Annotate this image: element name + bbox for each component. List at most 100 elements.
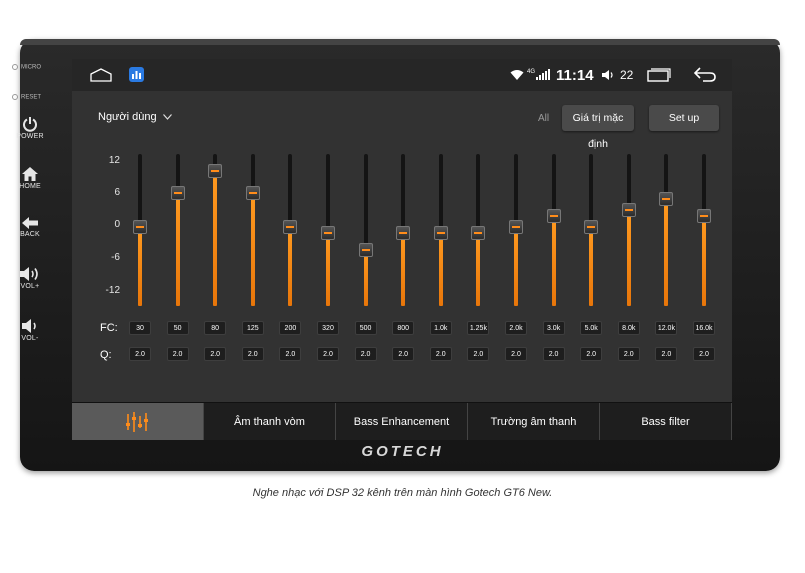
fc-value-field[interactable]: 1.0k [429, 321, 452, 335]
reset-button[interactable]: RESET [12, 94, 41, 101]
q-value-field[interactable]: 2.0 [317, 347, 339, 361]
eq-slider[interactable] [579, 154, 603, 306]
q-row-label: Q: [100, 349, 112, 361]
slider-knob[interactable] [321, 225, 335, 240]
status-bar: 4G 11:14 22 [72, 59, 732, 91]
eq-slider[interactable] [391, 154, 415, 306]
eq-slider[interactable] [203, 154, 227, 306]
q-value-field[interactable]: 2.0 [279, 347, 302, 361]
home-button[interactable]: HOME [8, 166, 52, 190]
eq-slider[interactable] [504, 154, 528, 306]
slider-fill [138, 227, 142, 306]
fc-value-field[interactable]: 200 [279, 321, 302, 335]
fc-value-field[interactable]: 50 [166, 321, 189, 335]
y-axis-label: 6 [114, 187, 120, 198]
q-value-field[interactable]: 2.0 [204, 347, 227, 361]
default-values-button[interactable]: Giá trị mặc định [562, 105, 634, 150]
fc-value-field[interactable]: 80 [204, 321, 227, 335]
volume-up-button[interactable]: VOL+ [8, 266, 52, 290]
volume-down-button[interactable]: VOL- [8, 318, 52, 342]
tab-label: Bass filter [641, 416, 690, 428]
q-value-field[interactable]: 2.0 [693, 347, 715, 361]
q-value-field[interactable]: 2.0 [655, 347, 678, 361]
slider-knob[interactable] [283, 220, 298, 235]
slider-knob[interactable] [546, 208, 561, 223]
q-value-field[interactable]: 2.0 [429, 347, 452, 361]
q-value-field[interactable]: 2.0 [129, 347, 151, 361]
slider-knob[interactable] [509, 220, 523, 235]
eq-slider[interactable] [466, 154, 490, 306]
fc-value-field[interactable]: 8.0k [617, 321, 640, 335]
eq-slider[interactable] [617, 154, 641, 306]
fc-value-field[interactable]: 3.0k [542, 321, 565, 335]
eq-slider[interactable] [128, 154, 152, 306]
tab-equalizer[interactable] [72, 403, 204, 440]
slider-knob[interactable] [433, 225, 448, 240]
q-value-field[interactable]: 2.0 [467, 347, 490, 361]
fc-value-field[interactable]: 2.0k [505, 321, 527, 335]
fc-value-field[interactable]: 12.0k [655, 321, 678, 335]
fc-value-field[interactable]: 500 [354, 321, 377, 335]
tab-1[interactable]: Âm thanh vòm [204, 403, 336, 440]
fc-value-field[interactable]: 30 [129, 321, 151, 335]
slider-knob[interactable] [396, 225, 411, 240]
fc-value-field[interactable]: 125 [241, 321, 264, 335]
eq-slider[interactable] [316, 154, 340, 306]
eq-slider[interactable] [166, 154, 190, 306]
eq-slider[interactable] [692, 154, 716, 306]
slider-knob[interactable] [245, 186, 260, 201]
slider-knob[interactable] [358, 242, 373, 257]
fc-value-field[interactable]: 16.0k [693, 321, 715, 335]
eq-slider[interactable] [542, 154, 566, 306]
slider-fill [702, 215, 706, 306]
eq-slider[interactable] [354, 154, 378, 306]
slider-fill [250, 193, 255, 306]
volume-up-icon [20, 267, 38, 281]
tab-2[interactable]: Bass Enhancement [336, 403, 468, 440]
setup-button[interactable]: Set up [649, 105, 719, 131]
eq-slider[interactable] [429, 154, 453, 306]
q-value-field[interactable]: 2.0 [354, 347, 377, 361]
micro-indicator: MICRO [12, 64, 41, 71]
eq-slider[interactable] [278, 154, 302, 306]
eq-slider[interactable] [241, 154, 265, 306]
app-icon[interactable] [129, 67, 144, 82]
home-outline-icon[interactable] [90, 68, 112, 82]
tab-4[interactable]: Bass filter [600, 403, 732, 440]
back-icon[interactable] [693, 67, 717, 82]
q-value-field[interactable]: 2.0 [580, 347, 603, 361]
slider-fill [626, 210, 631, 306]
y-axis-label: -12 [105, 285, 120, 296]
fc-value-field[interactable]: 1.25k [467, 321, 490, 335]
power-button[interactable]: POWER [8, 116, 52, 140]
slider-knob[interactable] [170, 186, 185, 201]
reset-label: RESET [21, 94, 42, 101]
fc-value-field[interactable]: 320 [317, 321, 339, 335]
q-value-field[interactable]: 2.0 [505, 347, 527, 361]
tab-3[interactable]: Trường âm thanh [468, 403, 600, 440]
slider-knob[interactable] [621, 203, 636, 218]
slider-knob[interactable] [471, 225, 486, 240]
slider-knob[interactable] [133, 220, 147, 235]
slider-fill [438, 232, 443, 306]
all-label[interactable]: All [538, 113, 549, 124]
slider-knob[interactable] [208, 163, 223, 178]
recent-apps-icon[interactable] [647, 68, 671, 82]
eq-slider[interactable] [654, 154, 678, 306]
preset-dropdown[interactable]: Người dùng [98, 111, 172, 123]
micro-label: MICRO [21, 64, 41, 71]
back-button[interactable]: BACK [8, 216, 52, 238]
fc-value-field[interactable]: 800 [392, 321, 415, 335]
network-type: 4G [527, 69, 536, 75]
q-value-field[interactable]: 2.0 [617, 347, 640, 361]
volume-down-icon [22, 319, 36, 333]
q-value-field[interactable]: 2.0 [542, 347, 565, 361]
slider-knob[interactable] [584, 220, 599, 235]
q-value-field[interactable]: 2.0 [392, 347, 415, 361]
fc-value-field[interactable]: 5.0k [580, 321, 603, 335]
q-value-field[interactable]: 2.0 [166, 347, 189, 361]
slider-fill [589, 227, 594, 306]
q-value-field[interactable]: 2.0 [241, 347, 264, 361]
slider-knob[interactable] [697, 208, 711, 223]
slider-knob[interactable] [659, 191, 674, 206]
